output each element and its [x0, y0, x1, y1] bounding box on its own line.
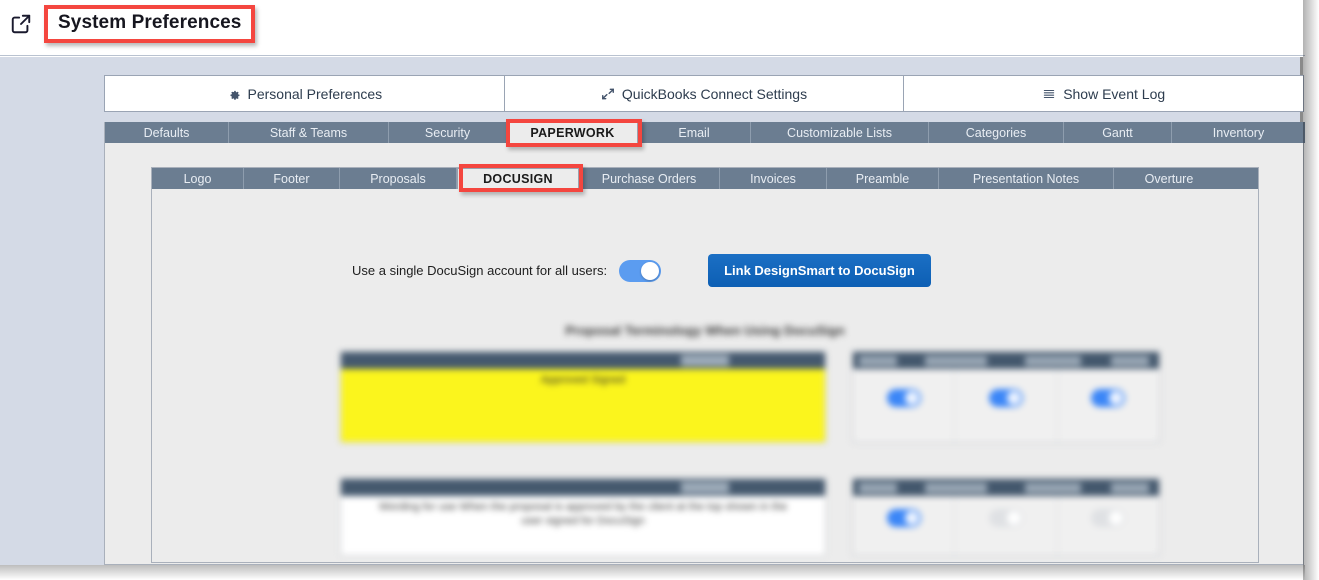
tab-label: Preamble [855, 171, 910, 186]
toggle-card-header-bar [853, 479, 1159, 496]
subsection-tab-purchase-orders[interactable]: Purchase Orders [579, 168, 720, 189]
panel-left-gutter [105, 143, 151, 564]
tab-label: Proposals [370, 171, 426, 186]
tab-label: Footer [273, 171, 310, 186]
section-tab-categories[interactable]: Categories [929, 122, 1064, 143]
subsection-tab-logo[interactable]: Logo [152, 168, 244, 189]
page-title: System Preferences [58, 12, 242, 33]
tab-label: PAPERWORK [530, 126, 615, 140]
subsection-tab-presentation-notes[interactable]: Presentation Notes [939, 168, 1114, 189]
section-tab-security[interactable]: Security [389, 122, 507, 143]
tab-personal-preferences-label: Personal Preferences [247, 85, 383, 102]
external-link-icon[interactable] [10, 13, 32, 35]
tab-label: Presentation Notes [972, 171, 1080, 186]
lower-toggle-card[interactable] [852, 478, 1160, 556]
subsection-panel: Logo Footer Proposals DOCUSIGN Purchase Orde… [151, 167, 1259, 563]
page-title-container: System Preferences [44, 5, 256, 43]
tab-show-event-log[interactable]: Show Event Log [904, 76, 1304, 111]
column-toggle[interactable] [886, 388, 921, 407]
toggle-column[interactable] [853, 369, 956, 442]
section-tab-defaults[interactable]: Defaults [105, 122, 229, 143]
window-bottom-shadow [0, 565, 1305, 580]
card-body: Wording for use When the proposal is app… [341, 496, 825, 555]
tab-label: Invoices [750, 171, 796, 186]
toggle-card-header-bar [853, 352, 1159, 369]
tab-label: Staff & Teams [269, 125, 348, 140]
subsection-tab-footer[interactable]: Footer [244, 168, 340, 189]
title-highlight-annotation: System Preferences [44, 5, 256, 43]
primary-tab-bar: Personal Preferences QuickBooks Connect … [104, 75, 1304, 112]
tab-personal-preferences[interactable]: Personal Preferences [105, 76, 505, 111]
tab-label: Defaults [143, 125, 190, 140]
subsection-tab-bar: Logo Footer Proposals DOCUSIGN Purchase Orde… [152, 168, 1258, 189]
card-body: Approved Signed [341, 369, 825, 442]
tab-label: DOCUSIGN [483, 172, 553, 186]
subsection-tab-proposals[interactable]: Proposals [340, 168, 457, 189]
tab-label: Customizable Lists [787, 125, 892, 140]
column-toggle[interactable] [1091, 388, 1126, 407]
tab-label: Logo [183, 171, 212, 186]
tab-label: Gantt [1102, 125, 1133, 140]
tab-label: Categories [965, 125, 1027, 140]
terminology-section-heading: Proposal Terminology When Using DocuSign [565, 323, 845, 338]
column-toggle[interactable] [886, 508, 921, 527]
tab-show-event-log-label: Show Event Log [1063, 85, 1166, 102]
toggle-knob [641, 261, 660, 280]
section-tab-bar: Defaults Staff & Teams Security PAPERWORK Em… [105, 122, 1305, 143]
window-right-shadow [1303, 0, 1319, 580]
tab-quickbooks-connect-settings-label: QuickBooks Connect Settings [621, 85, 808, 102]
section-tab-customizable-lists[interactable]: Customizable Lists [751, 122, 929, 143]
subsection-tab-docusign[interactable]: DOCUSIGN [457, 168, 579, 189]
toggle-card-columns [853, 496, 1159, 555]
tab-quickbooks-connect-settings[interactable]: QuickBooks Connect Settings [504, 76, 905, 111]
link-designsmart-to-docusign-button[interactable]: Link DesignSmart to DocuSign [708, 254, 931, 287]
toggle-card-columns [853, 369, 1159, 442]
card-body-text: Approved Signed [540, 374, 626, 386]
docusign-single-account-row: Use a single DocuSign account for all us… [352, 254, 931, 287]
app-root: System Preferences Personal Preferences … [0, 0, 1319, 580]
section-panel: Defaults Staff & Teams Security PAPERWORK Em… [104, 122, 1305, 565]
list-icon [1042, 87, 1056, 101]
tab-label: Overture [1144, 171, 1194, 186]
section-tab-inventory[interactable]: Inventory [1172, 122, 1305, 143]
column-toggle[interactable] [1091, 508, 1126, 527]
subsection-tab-preamble[interactable]: Preamble [827, 168, 939, 189]
section-tab-gantt[interactable]: Gantt [1064, 122, 1172, 143]
gear-icon [227, 87, 241, 101]
window-title-bar: System Preferences [0, 0, 1305, 56]
card-header-bar [341, 352, 825, 369]
toggle-column[interactable] [1058, 369, 1159, 442]
toggle-column[interactable] [955, 496, 1058, 555]
column-toggle[interactable] [988, 388, 1023, 407]
column-toggle[interactable] [988, 508, 1023, 527]
single-account-toggle[interactable] [619, 259, 662, 282]
subsection-tab-invoices[interactable]: Invoices [720, 168, 827, 189]
description-terminology-card[interactable]: Wording for use When the proposal is app… [340, 478, 826, 556]
section-tab-staff-teams[interactable]: Staff & Teams [229, 122, 389, 143]
section-tab-paperwork[interactable]: PAPERWORK [507, 122, 638, 143]
highlighted-terminology-card[interactable]: Approved Signed [340, 351, 826, 443]
tab-label: Security [424, 125, 471, 140]
tab-label: Inventory [1212, 125, 1265, 140]
single-account-label: Use a single DocuSign account for all us… [352, 263, 608, 278]
card-header-bar [341, 479, 825, 496]
toggle-column[interactable] [853, 496, 956, 555]
subsection-tab-overture[interactable]: Overture [1114, 168, 1224, 189]
card-body-text: Wording for use When the proposal is app… [378, 501, 788, 527]
tab-label: Email [678, 125, 710, 140]
expand-arrows-icon [601, 87, 615, 101]
section-tab-email[interactable]: Email [638, 122, 751, 143]
upper-toggle-card[interactable] [852, 351, 1160, 443]
toggle-column[interactable] [955, 369, 1058, 442]
toggle-column[interactable] [1058, 496, 1159, 555]
tab-label: Purchase Orders [601, 171, 697, 186]
